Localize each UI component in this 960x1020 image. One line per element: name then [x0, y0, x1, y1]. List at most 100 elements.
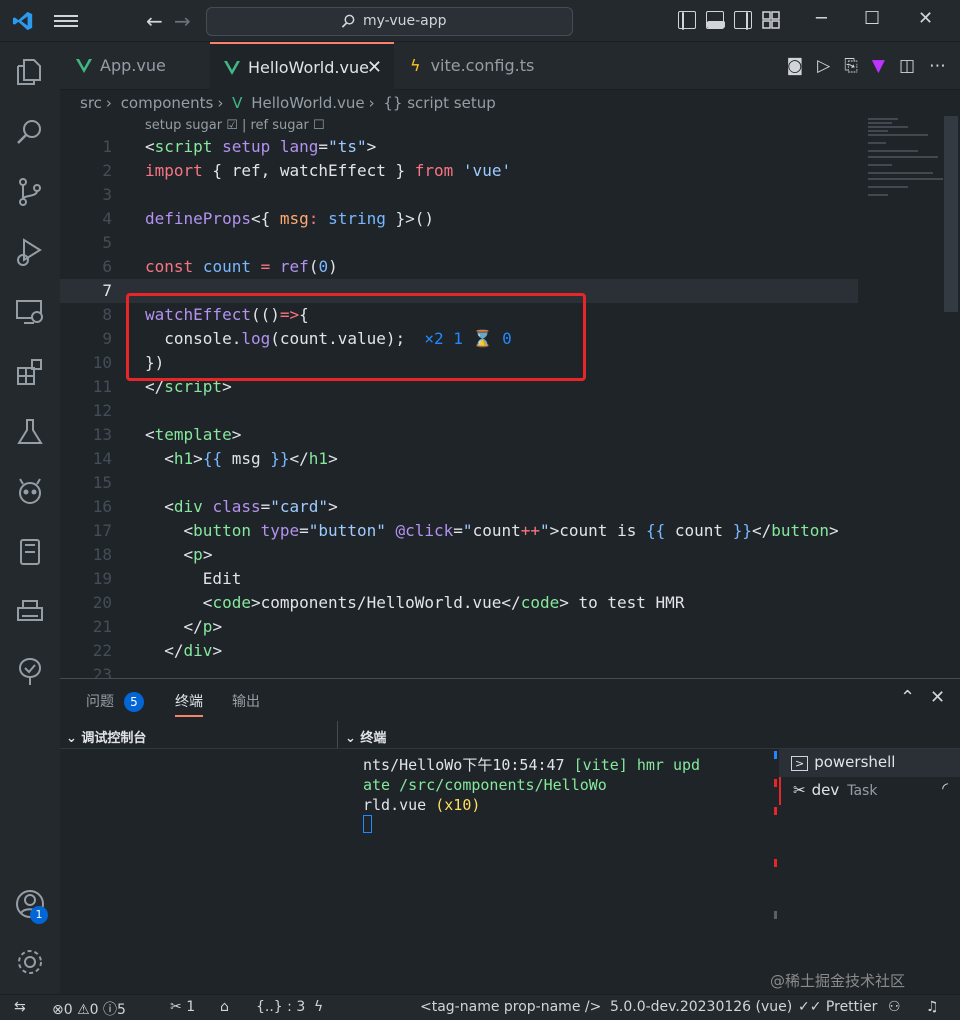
- brackets-status[interactable]: {..} : 3: [256, 999, 305, 1015]
- explorer-icon[interactable]: [14, 56, 46, 88]
- extensions-icon[interactable]: [14, 356, 46, 388]
- minimize-icon[interactable]: ─: [816, 8, 827, 29]
- remote-explorer-icon[interactable]: [14, 296, 46, 328]
- search-text: my-vue-app: [363, 13, 447, 29]
- terminal-cursor: [363, 815, 372, 833]
- notifications-icon[interactable]: ♫: [926, 999, 939, 1015]
- platformio-alien-icon[interactable]: [14, 476, 46, 508]
- tools-status[interactable]: ✂ 1: [170, 999, 195, 1015]
- debug-console-section[interactable]: ⌄ 调试控制台: [60, 721, 338, 749]
- maximize-icon[interactable]: ☐: [864, 8, 880, 29]
- annotation-highlight-box: [126, 293, 586, 381]
- code-line: 3: [102, 185, 112, 204]
- customize-layout-icon[interactable]: [762, 11, 780, 29]
- code-line: 17 <button type="button" @click="count++…: [92, 521, 839, 540]
- warning-icon: ⚠: [77, 1002, 90, 1018]
- gamepad-icon[interactable]: ◙: [787, 56, 804, 76]
- search-icon[interactable]: [14, 116, 46, 148]
- minimap[interactable]: [858, 116, 948, 678]
- printer-icon[interactable]: [14, 596, 46, 628]
- error-icon: ⊗: [52, 1002, 64, 1018]
- lightning-icon: ϟ: [410, 56, 421, 75]
- back-arrow-icon[interactable]: ←: [146, 9, 163, 33]
- remote-icon[interactable]: ⇆: [14, 999, 26, 1015]
- code-line: 2 import { ref, watchEffect } from 'vue': [102, 161, 512, 180]
- tab-helloworld-vue[interactable]: HelloWorld.vue ✕: [210, 42, 394, 90]
- maximize-panel-icon[interactable]: ⌃: [900, 687, 915, 708]
- tools-icon: ✂: [170, 999, 182, 1015]
- terminal-section[interactable]: ⌄ 终端: [339, 721, 960, 749]
- tree-check-icon[interactable]: [14, 656, 46, 688]
- code-line: 20 <code>components/HelloWorld.vue</code…: [92, 593, 685, 612]
- tag-name-status[interactable]: <tag-name prop-name />: [420, 999, 601, 1015]
- tab-output[interactable]: 输出: [232, 691, 260, 711]
- terminal-item-dev[interactable]: ✂ dev Task ◜: [779, 777, 960, 805]
- breadcrumb-file[interactable]: HelloWorld.vue: [251, 94, 364, 112]
- database-icon[interactable]: [14, 536, 46, 568]
- prettier-status[interactable]: ✓✓ Prettier: [798, 999, 877, 1015]
- terminal-item-powershell[interactable]: > powershell: [779, 749, 960, 777]
- vite-icon[interactable]: ▼: [872, 56, 885, 76]
- run-icon[interactable]: ▷: [817, 56, 830, 76]
- toggle-secondary-sidebar-icon[interactable]: [734, 11, 752, 30]
- terminal-output[interactable]: nts/HelloWo下午10:54:47 [vite] hmr upd ate…: [363, 755, 763, 835]
- code-line: 13 <template>: [92, 425, 242, 444]
- tab-vite-config[interactable]: ϟ vite.config.ts: [394, 42, 554, 90]
- lightning-icon[interactable]: ϟ: [314, 999, 323, 1015]
- codelens-hint[interactable]: setup sugar ☑ | ref sugar ☐: [145, 118, 325, 133]
- close-window-icon[interactable]: ✕: [918, 8, 933, 29]
- settings-gear-icon[interactable]: [14, 946, 46, 978]
- code-line: 16 <div class="card">: [92, 497, 338, 516]
- breadcrumb: src › components › V HelloWorld.vue › {} sc…: [80, 94, 496, 112]
- code-line: 18 <p>: [92, 545, 213, 564]
- code-line: 12: [92, 401, 112, 420]
- run-debug-icon[interactable]: [14, 236, 46, 268]
- more-actions-icon[interactable]: ⋯: [929, 56, 946, 76]
- terminal-list: > powershell ✂ dev Task ◜: [779, 749, 960, 805]
- version-status[interactable]: 5.0.0-dev.20230126 (vue): [610, 999, 792, 1015]
- title-bar: ← → my-vue-app ─ ☐ ✕: [0, 0, 960, 42]
- activity-bar: 1 ›: [0, 42, 83, 994]
- tab-problems[interactable]: 问题 5: [86, 691, 144, 712]
- open-preview-icon[interactable]: ⎘: [844, 56, 858, 76]
- home-icon[interactable]: ⌂: [220, 999, 229, 1015]
- status-bar: ⇆ ⊗0 ⚠0 ⓘ5 ✂ 1 ⌂ {..} : 3 ϟ <tag-name pr…: [0, 994, 960, 1020]
- tools-icon: ✂: [793, 781, 806, 799]
- command-center-search[interactable]: my-vue-app: [206, 7, 573, 36]
- breadcrumb-src[interactable]: src: [80, 94, 102, 112]
- code-editor[interactable]: setup sugar ☑ | ref sugar ☐ 1 <script set…: [60, 116, 858, 678]
- close-panel-icon[interactable]: ✕: [930, 687, 945, 708]
- breadcrumb-components[interactable]: components: [121, 94, 214, 112]
- menu-icon[interactable]: [54, 12, 78, 32]
- breadcrumb-symbol[interactable]: {} script setup: [383, 94, 495, 112]
- forward-arrow-icon[interactable]: →: [174, 9, 191, 33]
- close-tab-icon[interactable]: ✕: [367, 57, 382, 78]
- tab-app-vue[interactable]: App.vue: [60, 42, 210, 90]
- problems-badge: 5: [124, 692, 144, 712]
- testing-flask-icon[interactable]: [14, 416, 46, 448]
- code-line: 21 </p>: [92, 617, 223, 636]
- toggle-panel-icon[interactable]: [706, 11, 725, 29]
- feedback-icon[interactable]: ⚇: [888, 999, 901, 1015]
- terminal-icon: >: [791, 756, 809, 771]
- bottom-panel: 问题 5 终端 输出 ⌃ ✕ ⌄ 调试控制台 ⌄ 终端 nts/HelloWo下午…: [60, 678, 960, 994]
- split-editor-icon[interactable]: ◫: [899, 56, 915, 76]
- code-line: 19 Edit: [92, 569, 242, 588]
- account-badge: 1: [30, 906, 48, 924]
- editor-scrollbar[interactable]: [944, 116, 958, 312]
- code-line: 14 <h1>{{ msg }}</h1>: [92, 449, 338, 468]
- source-control-icon[interactable]: [14, 176, 46, 208]
- problems-status[interactable]: ⊗0 ⚠0 ⓘ5: [52, 999, 126, 1019]
- check-double-icon: ✓✓: [798, 999, 822, 1015]
- code-line: 5: [102, 233, 112, 252]
- code-line: 6 const count = ref(0): [102, 257, 338, 276]
- code-line: 15: [92, 473, 112, 492]
- vue-icon: [76, 59, 92, 73]
- toggle-primary-sidebar-icon[interactable]: [678, 11, 696, 30]
- code-line: 4 defineProps<{ msg: string }>(): [102, 209, 435, 228]
- vue-icon: [224, 61, 240, 75]
- tab-terminal[interactable]: 终端: [175, 691, 203, 717]
- account-icon[interactable]: 1: [14, 888, 48, 924]
- vue-icon: V: [232, 94, 243, 112]
- info-icon: ⓘ: [103, 1002, 118, 1018]
